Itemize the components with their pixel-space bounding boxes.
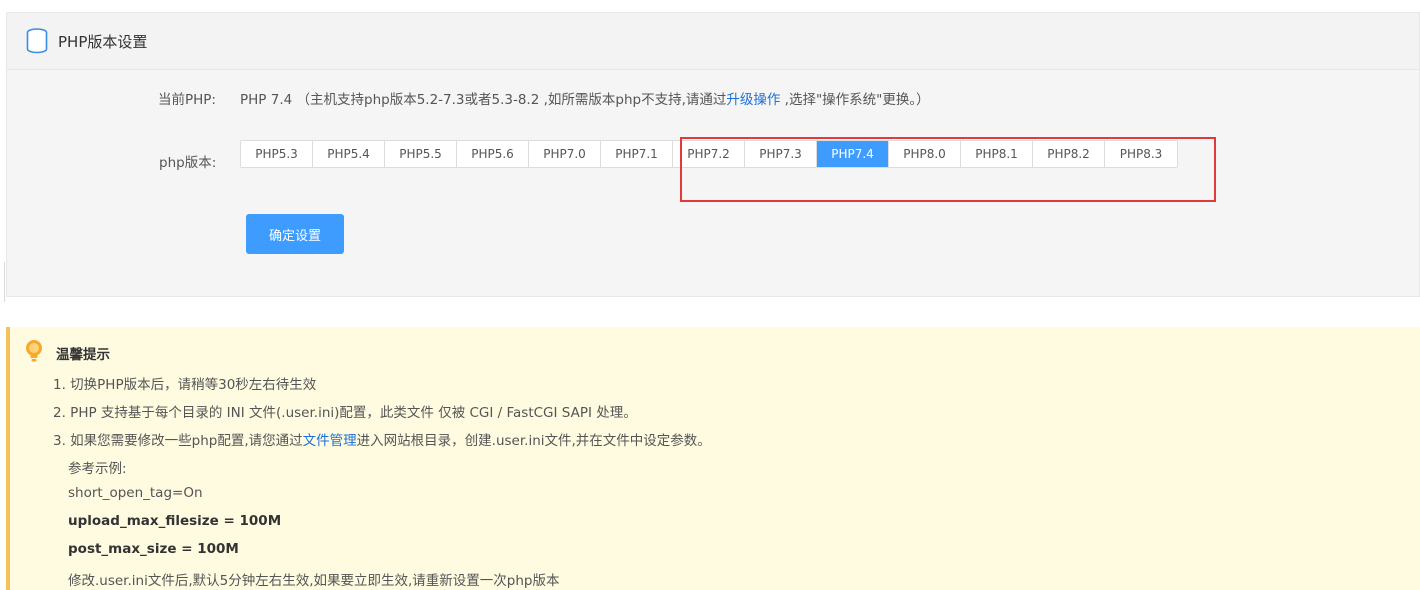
tips-title: 温馨提示	[56, 347, 110, 363]
upload-max-filesize-key: upload_max_filesize	[68, 513, 219, 529]
file-manager-link[interactable]: 文件管理	[303, 433, 357, 449]
tip-line-3: 3. 如果您需要修改一些php配置,请您通过文件管理进入网站根目录，创建.use…	[53, 429, 711, 449]
php-version-option[interactable]: PHP5.4	[313, 141, 385, 167]
left-edge-divider	[0, 262, 5, 302]
highlight-box	[680, 137, 1216, 202]
current-php-note-suffix: ,选择"操作系统"更换。）	[780, 92, 930, 108]
tip-line-2: 2. PHP 支持基于每个目录的 INI 文件(.user.ini)配置，此类文…	[53, 405, 637, 421]
post-max-size-value: = 100M	[176, 541, 239, 557]
current-php-label: 当前PHP:	[158, 92, 216, 108]
tips-footer: 修改.user.ini文件后,默认5分钟左右生效,如果要立即生效,请重新设置一次…	[68, 573, 560, 589]
tip-line-3-suffix: 进入网站根目录，创建.user.ini文件,并在文件中设定参数。	[356, 433, 711, 449]
upgrade-link[interactable]: 升级操作	[726, 92, 780, 108]
panel-header: PHP版本设置	[7, 13, 1419, 70]
example-post-max-size: post_max_size = 100M	[68, 541, 239, 557]
example-short-open-tag: short_open_tag=On	[68, 485, 203, 501]
tip-line-1: 1. 切换PHP版本后，请稍等30秒左右待生效	[53, 377, 317, 393]
database-icon	[26, 28, 48, 54]
php-version-option[interactable]: PHP7.1	[601, 141, 673, 167]
current-php-note-prefix: （主机支持php版本5.2-7.3或者5.3-8.2 ,如所需版本php不支持,…	[296, 92, 727, 108]
tip-line-3-prefix: 3. 如果您需要修改一些php配置,请您通过	[53, 433, 303, 449]
php-version-option[interactable]: PHP5.3	[241, 141, 313, 167]
page-title: PHP版本设置	[58, 32, 148, 51]
current-php-info: PHP 7.4 （主机支持php版本5.2-7.3或者5.3-8.2 ,如所需版…	[240, 88, 930, 108]
current-php-version: PHP 7.4	[240, 92, 293, 108]
upload-max-filesize-value: = 100M	[218, 513, 282, 529]
example-upload-max-filesize: upload_max_filesize = 100M	[68, 513, 281, 529]
example-label: 参考示例:	[68, 461, 127, 477]
confirm-settings-button[interactable]: 确定设置	[246, 214, 344, 254]
php-version-option[interactable]: PHP5.6	[457, 141, 529, 167]
php-version-option[interactable]: PHP5.5	[385, 141, 457, 167]
post-max-size-key: post_max_size	[68, 541, 177, 557]
php-version-option[interactable]: PHP7.0	[529, 141, 601, 167]
tips-panel: 温馨提示 1. 切换PHP版本后，请稍等30秒左右待生效 2. PHP 支持基于…	[6, 327, 1420, 590]
php-version-label: php版本:	[159, 155, 217, 171]
lightbulb-icon	[26, 340, 42, 362]
